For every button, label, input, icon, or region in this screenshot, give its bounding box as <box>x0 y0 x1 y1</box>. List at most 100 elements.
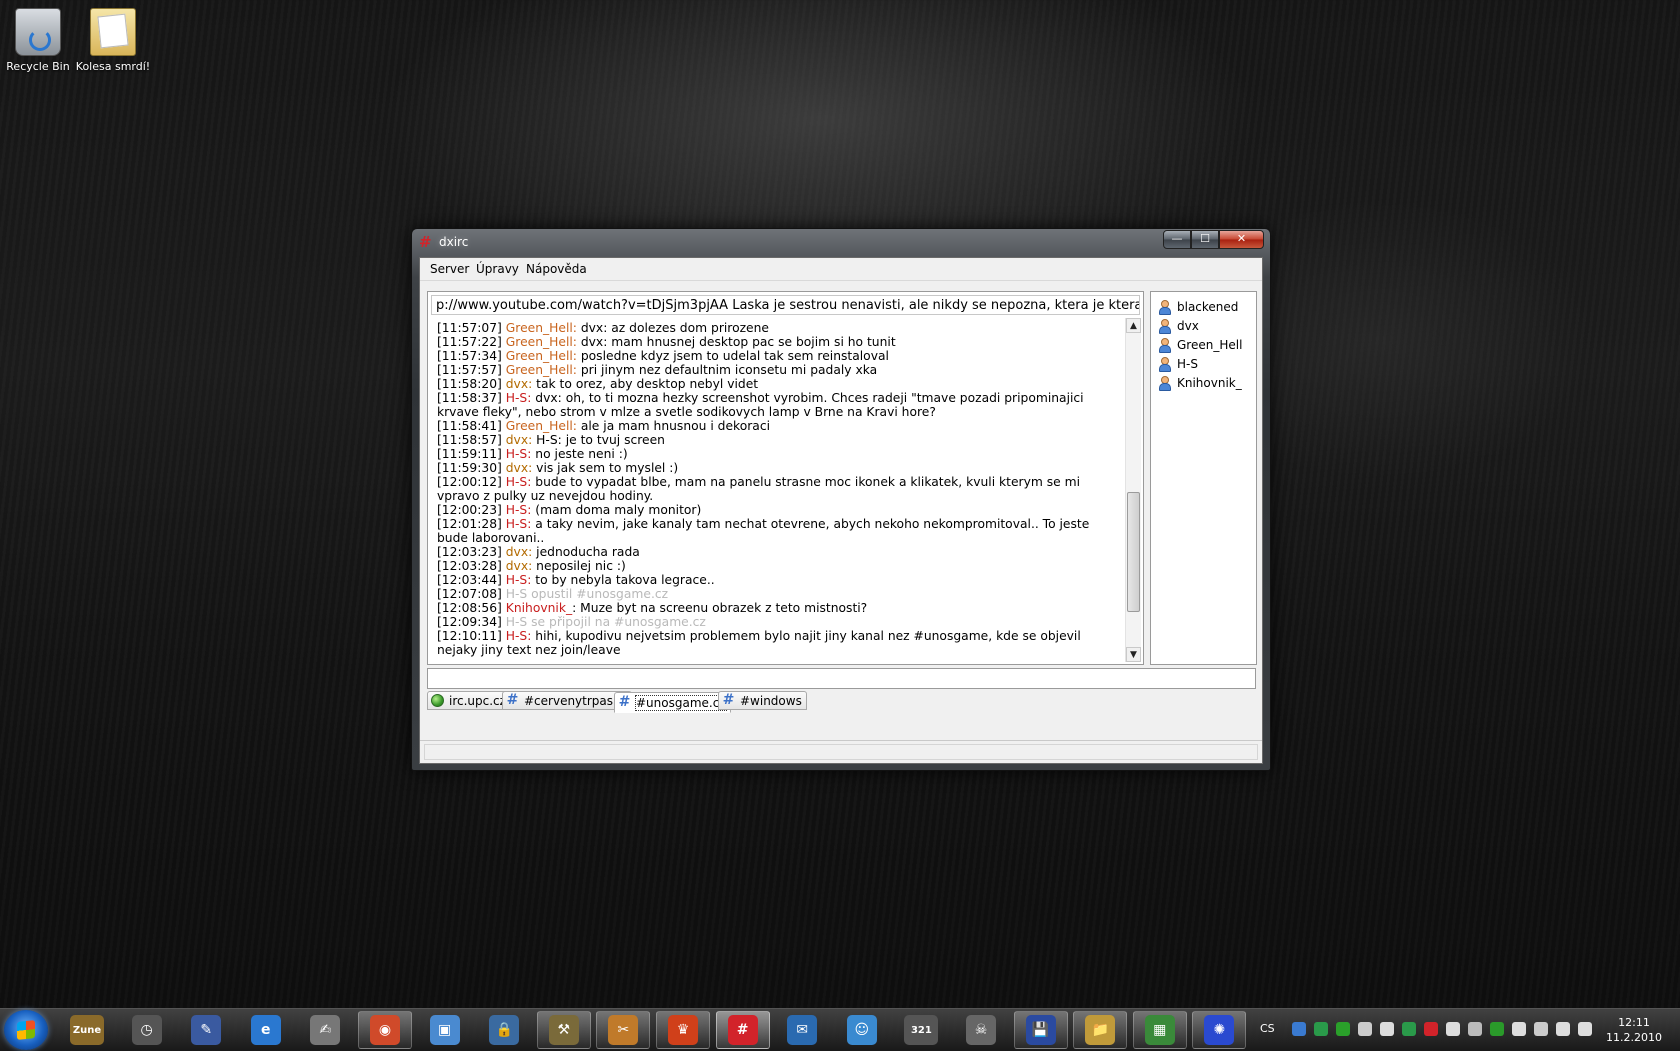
channel-topic[interactable]: p://www.youtube.com/watch?v=tDjSjm3pjAA … <box>431 295 1140 315</box>
taskbar-button[interactable]: ⚒ <box>536 1011 591 1049</box>
tab-cervenytrpaslik[interactable]: # #cervenytrpaslik <box>502 691 632 710</box>
menu-upravy[interactable]: Úpravy <box>476 262 519 276</box>
menu-server[interactable]: Server <box>430 262 469 276</box>
taskbar-button[interactable]: ▣ <box>418 1011 472 1049</box>
taskbar: Zune ◷ ✎ e ✍ ◉ ▣ 🔒 ⚒ ✂ ♛ # ✉ ☺ 321 ☠ 💾 📁 ▦ ✺ CS 12:11 11.2.… <box>0 1008 1680 1051</box>
user-icon <box>1158 300 1171 315</box>
user-name: Green_Hell <box>1177 338 1243 352</box>
taskbar-button[interactable]: ▦ <box>1132 1011 1187 1049</box>
chat-timestamp: [12:03:44] <box>437 573 502 587</box>
chat-nick: H-S: <box>505 573 532 587</box>
tray-icon[interactable] <box>1402 1022 1416 1036</box>
chat-line: [12:03:44] H-S: to by nebyla takova legr… <box>437 573 1112 587</box>
chat-line: [11:57:07] Green_Hell: dvx: az dolezes d… <box>437 321 1112 335</box>
chat-log: [11:57:07] Green_Hell: dvx: az dolezes d… <box>437 321 1112 661</box>
chat-panel: p://www.youtube.com/watch?v=tDjSjm3pjAA … <box>427 291 1144 665</box>
chat-timestamp: [11:57:07] <box>437 321 502 335</box>
taskbar-button[interactable]: ✺ <box>1192 1011 1247 1049</box>
user-list-item[interactable]: Knihovnik_ <box>1158 374 1242 392</box>
tray-icon[interactable] <box>1512 1022 1526 1036</box>
desktop-icon-label: Kolesa smrdí! <box>75 60 151 73</box>
chat-timestamp: [11:57:34] <box>437 349 502 363</box>
chat-nick: H-S: <box>505 475 532 489</box>
tools-icon: ⚒ <box>548 1015 579 1045</box>
tray-icon[interactable] <box>1490 1022 1504 1036</box>
user-list-item[interactable]: blackened <box>1158 298 1238 316</box>
tray-icon[interactable] <box>1446 1022 1460 1036</box>
media-icon: 321 <box>904 1015 939 1045</box>
taskbar-button[interactable]: ♛ <box>656 1011 710 1049</box>
clock[interactable]: 12:11 11.2.2010 <box>1598 1015 1670 1045</box>
spreadsheet-icon: ▦ <box>1144 1015 1175 1045</box>
explorer-icon: 📁 <box>1085 1015 1116 1045</box>
user-icon <box>1158 338 1171 353</box>
taskbar-button[interactable]: 💾 <box>1013 1011 1068 1049</box>
taskbar-button[interactable]: ☺ <box>835 1011 889 1049</box>
user-list-item[interactable]: Green_Hell <box>1158 336 1242 354</box>
taskbar-button[interactable]: 📁 <box>1073 1011 1128 1049</box>
tray-icon[interactable] <box>1314 1022 1328 1036</box>
user-list-item[interactable]: H-S <box>1158 355 1198 373</box>
message-input[interactable] <box>427 668 1256 689</box>
dxirc-window: # dxirc — ☐ ✕ Server Úpravy Nápověda p:/… <box>411 228 1271 771</box>
box-icon: ▣ <box>429 1015 460 1045</box>
chat-nick: H-S se připojil na #unosgame.cz <box>505 615 706 629</box>
taskbar-button[interactable]: e <box>239 1011 293 1049</box>
scroll-up-arrow-icon[interactable]: ▲ <box>1126 318 1141 333</box>
tray-icon[interactable] <box>1534 1022 1548 1036</box>
start-button[interactable] <box>4 1010 48 1050</box>
tray-icon[interactable] <box>1424 1022 1438 1036</box>
taskbar-button[interactable]: ◷ <box>120 1011 174 1049</box>
taskbar-button[interactable]: 321 <box>894 1011 948 1049</box>
tray-icon[interactable] <box>1380 1022 1394 1036</box>
taskbar-button[interactable]: ✂ <box>596 1011 651 1049</box>
taskbar-button[interactable]: ☠ <box>954 1011 1008 1049</box>
user-list: blackened dvx Green_Hell H-S Knihovnik_ <box>1150 291 1257 665</box>
title-bar[interactable]: # dxirc — ☐ ✕ <box>412 229 1270 255</box>
close-button[interactable]: ✕ <box>1219 230 1264 249</box>
chat-timestamp: [12:00:23] <box>437 503 502 517</box>
taskbar-button[interactable]: ✎ <box>179 1011 233 1049</box>
channel-icon: # <box>722 692 735 708</box>
menu-napoveda[interactable]: Nápověda <box>526 262 587 276</box>
taskbar-button[interactable]: ◉ <box>358 1011 412 1049</box>
desktop-icon-folder[interactable]: Kolesa smrdí! <box>75 2 151 73</box>
chat-message: a taky nevim, jake kanaly tam nechat ote… <box>437 517 1090 545</box>
chat-scrollbar[interactable]: ▲ ▼ <box>1125 318 1141 662</box>
tab-windows[interactable]: # #windows <box>718 691 807 710</box>
minimize-button[interactable]: — <box>1163 230 1191 249</box>
chat-nick: dvx: <box>505 559 533 573</box>
desktop-icon-recycle-bin[interactable]: Recycle Bin <box>0 2 76 73</box>
scroll-thumb[interactable] <box>1127 492 1140 613</box>
chat-message: jednoducha rada <box>532 545 640 559</box>
tray-icon[interactable] <box>1358 1022 1372 1036</box>
user-name: H-S <box>1177 357 1198 371</box>
window-title: dxirc <box>439 235 469 249</box>
taskbar-button[interactable]: 🔒 <box>477 1011 531 1049</box>
tray-icon[interactable] <box>1468 1022 1482 1036</box>
taskbar-button[interactable]: # <box>715 1011 770 1049</box>
tab-irc-upc-cz[interactable]: irc.upc.cz <box>427 691 511 710</box>
taskbar-button[interactable]: Zune <box>60 1011 114 1049</box>
user-name: Knihovnik_ <box>1177 376 1242 390</box>
language-indicator[interactable]: CS <box>1260 1022 1275 1035</box>
tray-icon[interactable] <box>1292 1022 1306 1036</box>
chat-message: neposilej nic :) <box>532 559 626 573</box>
taskbar-button[interactable]: ✍ <box>298 1011 352 1049</box>
tray-icon[interactable] <box>1336 1022 1350 1036</box>
chat-line: [11:57:22] Green_Hell: dvx: mam hnusnej … <box>437 335 1112 349</box>
maximize-button[interactable]: ☐ <box>1191 230 1219 249</box>
tray-icon[interactable] <box>1556 1022 1570 1036</box>
chat-nick: dvx: <box>505 545 533 559</box>
tray-icon[interactable] <box>1578 1022 1592 1036</box>
chat-nick: Green_Hell: <box>505 321 577 335</box>
user-list-item[interactable]: dvx <box>1158 317 1199 335</box>
user-icon <box>1158 319 1171 334</box>
folder-icon <box>90 8 136 56</box>
notepad-icon: ✍ <box>310 1015 341 1045</box>
tab-unosgame-cz[interactable]: # #unosgame.cz <box>614 692 731 713</box>
chat-timestamp: [11:57:57] <box>437 363 502 377</box>
scroll-down-arrow-icon[interactable]: ▼ <box>1126 647 1141 662</box>
chat-message: no jeste neni :) <box>531 447 628 461</box>
taskbar-button[interactable]: ✉ <box>775 1011 829 1049</box>
